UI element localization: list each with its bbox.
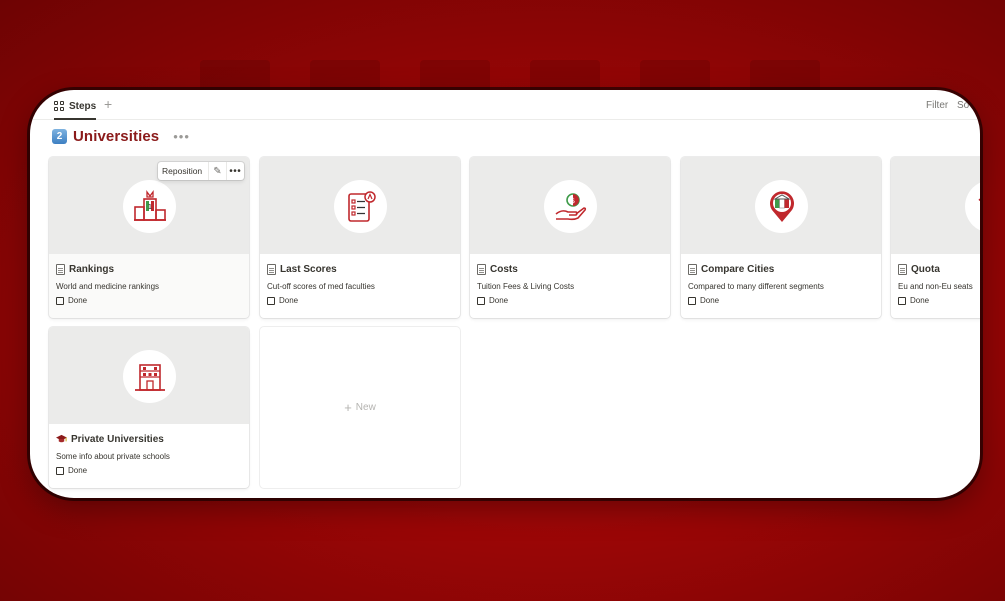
edit-pencil-icon[interactable]: ✎: [209, 162, 227, 180]
document-icon: [56, 263, 65, 275]
document-icon: [477, 263, 486, 275]
card-title: Quota: [898, 262, 940, 276]
document-icon: [688, 263, 697, 275]
keycap-number-icon: 2: [52, 128, 67, 144]
card-description: Cut-off scores of med faculties: [267, 282, 375, 291]
card-cover: [681, 157, 881, 254]
reposition-button[interactable]: Reposition: [158, 162, 210, 180]
page-title[interactable]: Universities: [73, 128, 159, 145]
podium-icon: 1: [123, 180, 176, 233]
add-view-button[interactable]: +: [104, 96, 112, 112]
gallery-card-private-universities[interactable]: Private Universities Some info about pri…: [49, 327, 249, 488]
card-title-text: Rankings: [69, 263, 115, 275]
done-label: Done: [279, 296, 299, 305]
svg-text:$: $: [570, 197, 574, 205]
tab-steps-label: Steps: [69, 100, 97, 112]
done-label: Done: [910, 296, 930, 305]
card-cover: [891, 157, 980, 254]
checkbox-icon[interactable]: [477, 296, 485, 305]
card-description: Eu and non-Eu seats: [898, 282, 973, 291]
gallery-card-costs[interactable]: $ Costs Tuition Fees & Living Costs Done: [470, 157, 670, 318]
done-checkbox[interactable]: Done: [267, 296, 298, 305]
card-description: Some info about private schools: [56, 452, 170, 461]
new-card-button[interactable]: + New: [260, 327, 460, 488]
card-description: World and medicine rankings: [56, 282, 160, 291]
done-checkbox[interactable]: Done: [688, 296, 719, 305]
plus-icon: +: [344, 400, 352, 415]
sort-button[interactable]: So: [957, 100, 969, 111]
checkbox-icon[interactable]: [898, 296, 906, 305]
card-title: Rankings: [56, 262, 114, 276]
checkbox-icon[interactable]: [56, 466, 64, 475]
card-title: Last Scores: [267, 262, 337, 276]
checkbox-icon[interactable]: [688, 296, 696, 305]
card-description: Compared to many different segments: [688, 282, 824, 291]
card-description: Tuition Fees & Living Costs: [477, 282, 575, 291]
filter-button[interactable]: Filter: [926, 100, 948, 111]
school-building-icon: [123, 350, 176, 403]
app-frame: Steps + Filter So 2 Universities ••• 1 R…: [30, 90, 980, 498]
map-pin-icon: [755, 180, 808, 233]
card-title-text: Costs: [490, 263, 518, 275]
done-checkbox[interactable]: Done: [477, 296, 508, 305]
card-title: Compare Cities: [688, 262, 774, 276]
card-cover: $: [470, 157, 670, 254]
view-bar: Steps + Filter So: [30, 90, 980, 120]
hand-coin-icon: $: [544, 180, 597, 233]
card-cover: [49, 327, 249, 424]
done-label: Done: [68, 466, 88, 475]
page-title-row: 2 Universities •••: [52, 126, 190, 146]
gallery-card-last-scores[interactable]: Last Scores Cut-off scores of med facult…: [260, 157, 460, 318]
checklist-icon: [334, 180, 387, 233]
card-title: Private Universities: [56, 432, 164, 446]
gallery-card-rankings[interactable]: 1 Reposition ✎ ••• Rankings World and me…: [49, 157, 249, 318]
cover-toolbar: Reposition ✎ •••: [158, 162, 244, 180]
gallery-grid-icon: [54, 101, 64, 111]
done-checkbox[interactable]: Done: [56, 296, 87, 305]
card-cover: [260, 157, 460, 254]
title-more-button[interactable]: •••: [173, 129, 190, 144]
card-title-text: Private Universities: [71, 433, 164, 445]
gallery-card-compare-cities[interactable]: Compare Cities Compared to many differen…: [681, 157, 881, 318]
gallery-card-quota[interactable]: Quota Eu and non-Eu seats Done: [891, 157, 980, 318]
done-checkbox[interactable]: Done: [898, 296, 929, 305]
card-title-text: Last Scores: [280, 263, 337, 275]
done-label: Done: [700, 296, 720, 305]
done-label: Done: [68, 296, 88, 305]
building-icon: [965, 180, 980, 233]
svg-text:1: 1: [147, 203, 151, 211]
done-label: Done: [489, 296, 509, 305]
graduation-cap-icon: [56, 434, 67, 445]
card-title-text: Compare Cities: [701, 263, 775, 275]
card-more-button[interactable]: •••: [227, 162, 244, 180]
document-icon: [898, 263, 907, 275]
document-icon: [267, 263, 276, 275]
tab-steps[interactable]: Steps: [54, 98, 97, 120]
checkbox-icon[interactable]: [267, 296, 275, 305]
card-title: Costs: [477, 262, 518, 276]
card-title-text: Quota: [911, 263, 940, 275]
new-card-label: New: [355, 402, 376, 413]
done-checkbox[interactable]: Done: [56, 466, 87, 475]
checkbox-icon[interactable]: [56, 296, 64, 305]
